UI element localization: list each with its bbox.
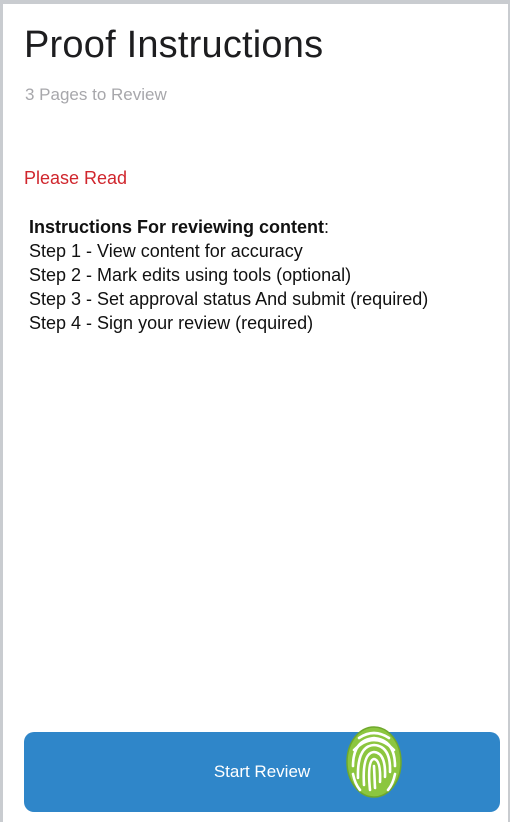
pages-to-review-count: 3 Pages to Review xyxy=(25,85,167,104)
page-title: Proof Instructions xyxy=(24,24,324,66)
start-review-button[interactable]: Start Review xyxy=(24,732,500,812)
please-read-notice: Please Read xyxy=(24,168,128,188)
instructions-heading-line: Instructions For reviewing content: xyxy=(29,215,428,239)
start-review-label: Start Review xyxy=(213,762,311,781)
instructions-block: Instructions For reviewing content: Step… xyxy=(29,215,428,335)
instruction-step: Step 3 - Set approval status And submit … xyxy=(29,289,429,309)
fingerprint-icon[interactable] xyxy=(343,722,405,800)
proof-instructions-screen: Proof Instructions 3 Pages to Review Ple… xyxy=(3,4,508,822)
instruction-step: Step 4 - Sign your review (required) xyxy=(29,313,314,333)
instruction-step: Step 2 - Mark edits using tools (optiona… xyxy=(29,265,352,285)
instructions-heading-colon: : xyxy=(324,217,330,237)
instructions-heading: Instructions For reviewing content xyxy=(29,217,325,237)
instruction-step: Step 1 - View content for accuracy xyxy=(29,241,303,261)
